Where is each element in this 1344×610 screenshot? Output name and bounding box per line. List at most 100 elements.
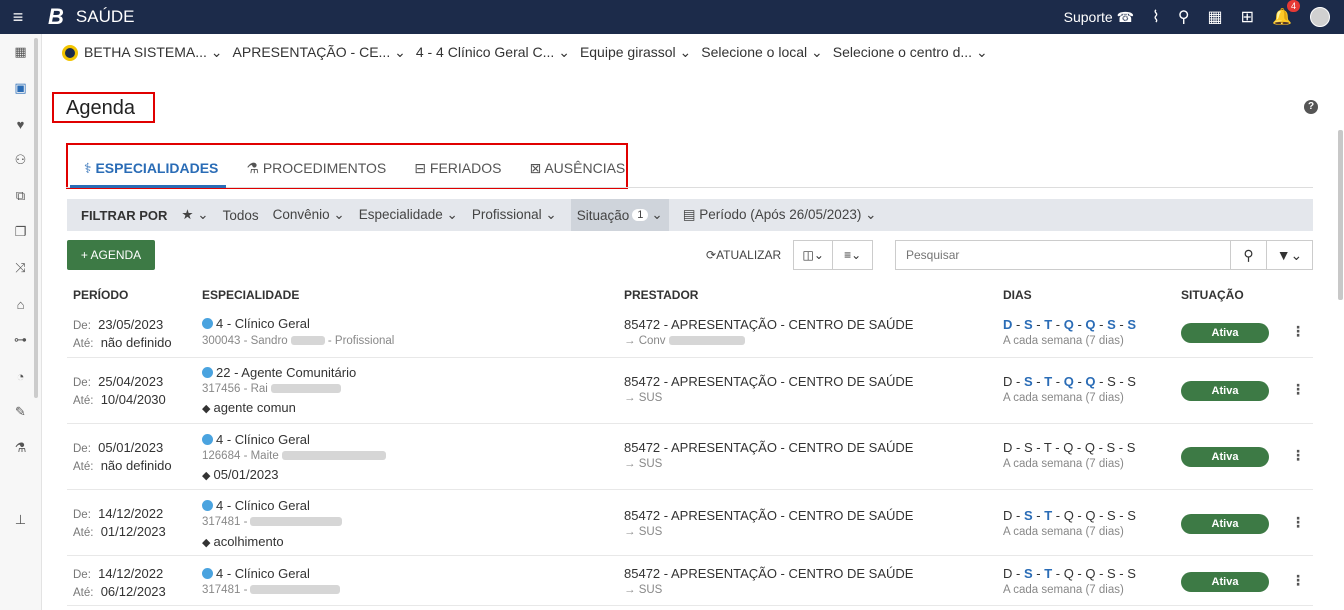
brand-logo[interactable]: B [48,4,64,30]
sidebar-scrollbar[interactable] [34,38,38,398]
refresh-button[interactable]: ⟳ATUALIZAR [706,248,781,262]
sidebar-pin-icon[interactable]: ⊥ [0,502,41,538]
breadcrumb-item[interactable]: Equipe girassol ⌄ [580,44,691,61]
filter-periodo-label: Período (Após 26/05/2023) ⌄ [699,207,877,222]
provider-name: 85472 - APRESENTAÇÃO - CENTRO DE SAÚDE [624,374,914,389]
sidebar-syringe-icon[interactable]: ✎ [0,394,41,430]
provider-name: 85472 - APRESENTAÇÃO - CENTRO DE SAÚDE [624,508,914,523]
gift-icon[interactable]: ⊞ [1241,7,1254,27]
weekdays: D - S - T - Q - Q - S - S [1003,317,1136,332]
frequency: A cada semana (7 dias) [1003,526,1124,538]
period-start: De: 14/12/2022 [73,506,163,521]
table-row[interactable]: De: 25/04/2023 Até: 10/04/2030 22 - Agen… [67,358,1313,424]
table-toolbar: ⟳ATUALIZAR ◫⌄ ≡⌄ [706,240,874,270]
hamburger-menu-icon[interactable]: ≡ [0,7,36,28]
professional-info: 317456 - Rai [202,383,341,395]
help-icon[interactable]: ? [1304,100,1318,114]
row-tag: ◆ 05/01/2023 [202,467,279,482]
row-menu-icon[interactable]: ⋮ [1291,323,1305,340]
filter-situacao[interactable]: Situação 1 ⌄ [570,199,669,231]
wifi-icon[interactable]: ⌇ [1152,7,1160,27]
favorite-filter-dropdown[interactable]: ★ ⌄ [181,207,208,223]
row-tag: ◆ acolhimento [202,534,284,549]
specialty-label: 4 - Clínico Geral [216,566,310,581]
filter-convenio[interactable]: Convênio ⌄ [273,207,345,223]
specialty-name: 4 - Clínico Geral [202,566,310,581]
breadcrumb-item[interactable]: APRESENTAÇÃO - CE... ⌄ [233,44,406,61]
search-box: ⚲ ▼⌄ [895,240,1313,270]
support-link[interactable]: Suporte ☎ [1064,9,1134,26]
row-tag: ◆ agente comun [202,400,296,415]
top-bar: ≡ B SAÚDE Suporte ☎ ⌇ ⚲ ▦ ⊞ 🔔 4 [0,0,1344,34]
period-start: De: 05/01/2023 [73,440,163,455]
calendar-minus-icon: ⊟ [414,160,427,176]
start-date: 14/12/2022 [98,566,164,581]
filter-especialidade[interactable]: Especialidade ⌄ [359,207,458,223]
column-header-periodo[interactable]: PERÍODO [73,288,128,302]
main-scrollbar[interactable] [1338,130,1343,300]
tab-feriados[interactable]: ⊟ FERIADOS [414,160,501,177]
filter-periodo[interactable]: ▤ Período (Após 26/05/2023) ⌄ [683,207,877,223]
status-badge: Ativa [1181,572,1269,592]
user-avatar[interactable] [1310,7,1330,27]
list-density-button[interactable]: ≡⌄ [833,240,874,270]
frequency: A cada semana (7 dias) [1003,335,1124,347]
period-end: Até: 01/12/2023 [73,524,166,539]
tab-procedimentos[interactable]: ⚗ PROCEDIMENTOS [246,160,386,177]
column-header-situacao[interactable]: SITUAÇÃO [1181,288,1244,302]
sidebar-flask-icon[interactable]: ⚗ [0,430,41,466]
star-icon: ★ [181,207,194,222]
column-header-prestador[interactable]: PRESTADOR [624,288,698,302]
table-row[interactable]: De: 05/01/2023 Até: não definido 4 - Clí… [67,424,1313,490]
until-label: Até: [73,461,94,473]
row-menu-icon[interactable]: ⋮ [1291,514,1305,531]
professional-id: 300043 - Sandro [202,335,288,347]
specialty-dot [202,318,213,329]
professional-info: 126684 - Maite [202,450,386,462]
start-date: 23/05/2023 [98,317,164,332]
bell-icon[interactable]: 🔔 4 [1272,0,1300,27]
column-header-dias[interactable]: DIAS [1003,288,1032,302]
end-date: 01/12/2023 [100,524,166,539]
row-menu-icon[interactable]: ⋮ [1291,447,1305,464]
period-end: Até: não definido [73,458,172,473]
filter-profissional[interactable]: Profissional ⌄ [472,207,557,223]
row-menu-icon[interactable]: ⋮ [1291,572,1305,589]
weekdays: D - S - T - Q - Q - S - S [1003,440,1136,455]
filter-situacao-label: Situação [576,207,630,223]
redacted-text [290,336,325,346]
add-agenda-button[interactable]: + AGENDA [67,240,155,270]
search-icon[interactable]: ⚲ [1178,7,1190,27]
provider-name: 85472 - APRESENTAÇÃO - CENTRO DE SAÚDE [624,440,914,455]
table-row[interactable]: De: 14/12/2022 Até: 06/12/2023 4 - Clíni… [67,556,1313,606]
table-row[interactable]: De: 14/12/2022 Até: 01/12/2023 4 - Clíni… [67,490,1313,556]
calendar-x-icon: ⊠ [529,160,542,176]
breadcrumb-item[interactable]: 4 - 4 Clínico Geral C... ⌄ [416,44,570,61]
grid-icon[interactable]: ▦ [1208,7,1223,27]
period-start: De: 14/12/2022 [73,566,163,581]
from-label: De: [73,377,91,389]
specialty-name: 4 - Clínico Geral [202,316,310,331]
table-row[interactable]: De: 23/05/2023 Até: não definido 4 - Clí… [67,308,1313,358]
headset-icon: ☎ [1116,8,1135,25]
provider-name: 85472 - APRESENTAÇÃO - CENTRO DE SAÚDE [624,566,914,581]
search-input[interactable] [896,241,1230,269]
column-header-especialidade[interactable]: ESPECIALIDADE [202,288,299,302]
from-label: De: [73,569,91,581]
specialty-dot [202,434,213,445]
breadcrumb-item[interactable]: Selecione o local ⌄ [701,44,822,61]
advanced-filter-icon[interactable]: ▼⌄ [1266,241,1312,269]
filter-todos[interactable]: Todos [223,208,259,223]
breadcrumb-item: BETHA SISTEMA... ⌄ [84,44,223,60]
breadcrumb-item[interactable]: Selecione o centro d... ⌄ [833,44,988,61]
columns-toggle-button[interactable]: ◫⌄ [793,240,834,270]
professional-suffix: - Profissional [324,335,395,347]
row-menu-icon[interactable]: ⋮ [1291,381,1305,398]
tab-especialidades[interactable]: ⚕ ESPECIALIDADES [84,160,218,177]
tab-ausencias[interactable]: ⊠ AUSÊNCIAS [529,160,625,177]
breadcrumb-entity[interactable]: BETHA SISTEMA... ⌄ [62,44,223,62]
search-button-icon[interactable]: ⚲ [1230,241,1266,269]
until-label: Até: [73,338,94,350]
tab-label: AUSÊNCIAS [544,160,626,176]
end-date: 10/04/2030 [100,392,166,407]
